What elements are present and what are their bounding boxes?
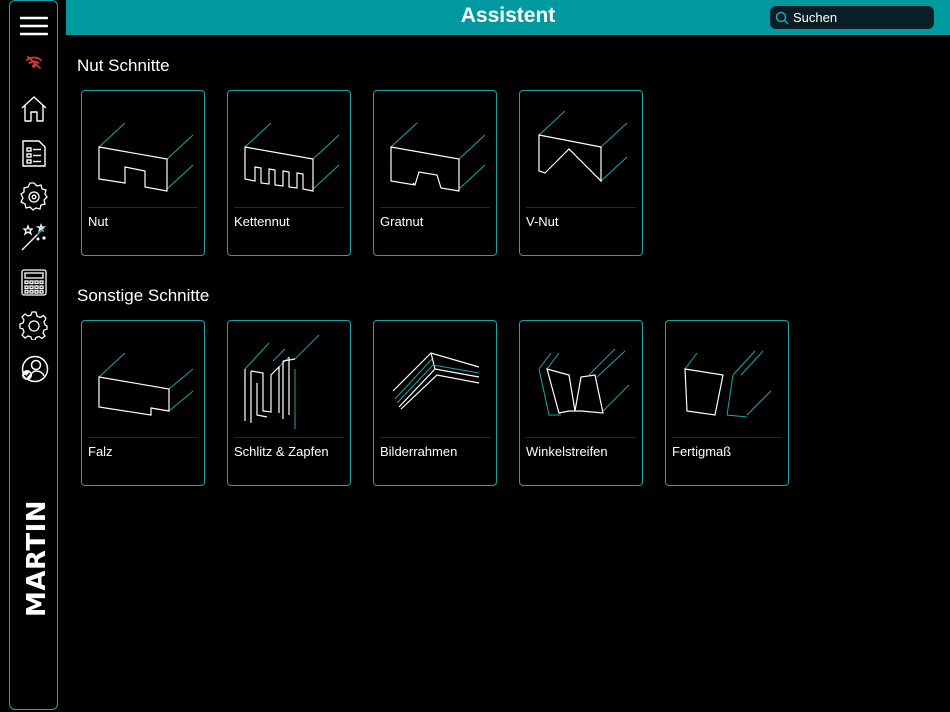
card-divider — [88, 437, 198, 438]
fertigmass-illustration — [684, 350, 772, 418]
card-nut[interactable]: Nut — [81, 90, 205, 256]
card-divider — [234, 207, 344, 208]
card-divider — [526, 437, 636, 438]
wifi-off-icon — [18, 47, 50, 79]
gratnut-illustration — [390, 122, 486, 192]
nut-illustration — [98, 122, 194, 192]
list-icon[interactable] — [18, 137, 50, 169]
card-label: Bilderrahmen — [380, 444, 458, 459]
card-divider — [526, 207, 636, 208]
calculator-icon[interactable] — [18, 266, 50, 298]
card-fertigmass[interactable]: Fertigmaß — [665, 320, 789, 486]
card-divider — [672, 437, 782, 438]
search-box[interactable] — [770, 6, 934, 29]
kettennut-illustration — [244, 122, 340, 192]
card-divider — [380, 437, 490, 438]
card-falz[interactable]: Falz — [81, 320, 205, 486]
card-divider — [380, 207, 490, 208]
card-label: Kettennut — [234, 214, 290, 229]
search-input[interactable] — [793, 10, 923, 25]
martin-logo: MARTIN — [22, 500, 50, 617]
card-label: V-Nut — [526, 214, 559, 229]
card-label: Gratnut — [380, 214, 424, 229]
menu-icon[interactable] — [18, 10, 50, 42]
card-winkelstreifen[interactable]: Winkelstreifen — [519, 320, 643, 486]
card-bilderrahmen[interactable]: Bilderrahmen — [373, 320, 497, 486]
card-divider — [88, 207, 198, 208]
card-label: Nut — [88, 214, 109, 229]
section-title-sonstige-schnitte: Sonstige Schnitte — [77, 286, 210, 305]
card-label: Falz — [88, 444, 113, 459]
top-bar: Assistent — [66, 0, 950, 35]
card-kettennut[interactable]: Kettennut — [227, 90, 351, 256]
home-icon[interactable] — [18, 93, 50, 125]
winkelstreifen-illustration — [538, 348, 630, 416]
card-label: Winkelstreifen — [526, 444, 608, 459]
section-title-nut-schnitte: Nut Schnitte — [77, 56, 170, 75]
card-schlitz-zapfen[interactable]: Schlitz & Zapfen — [227, 320, 351, 486]
falz-illustration — [98, 352, 194, 416]
sidebar: MARTIN — [9, 0, 58, 710]
card-divider — [234, 437, 344, 438]
gear-icon[interactable] — [18, 309, 50, 341]
v-nut-illustration — [538, 110, 628, 183]
magic-wand-icon[interactable] — [18, 222, 50, 254]
card-gratnut[interactable]: Gratnut — [373, 90, 497, 256]
search-icon — [775, 11, 789, 25]
user-check-icon[interactable] — [18, 353, 50, 385]
card-v-nut[interactable]: V-Nut — [519, 90, 643, 256]
bilderrahmen-illustration — [392, 352, 480, 410]
card-label: Schlitz & Zapfen — [234, 444, 329, 459]
saw-blade-icon[interactable] — [18, 180, 50, 212]
card-label: Fertigmaß — [672, 444, 732, 459]
svg-text:MARTIN: MARTIN — [22, 500, 50, 617]
schlitz-zapfen-illustration — [244, 334, 320, 429]
